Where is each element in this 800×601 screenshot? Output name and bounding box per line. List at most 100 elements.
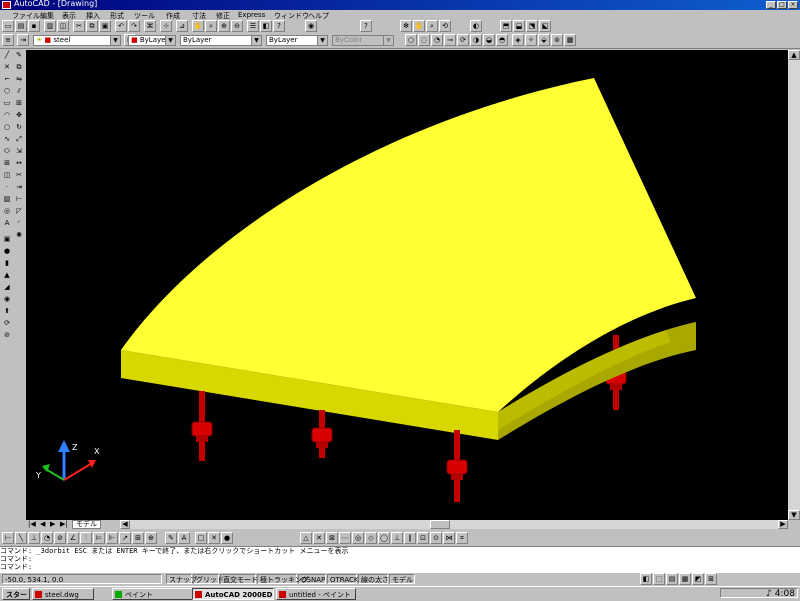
snap-perpendicular-icon[interactable]: ⊥: [391, 532, 403, 544]
task-button[interactable]: steel.dwg: [32, 588, 94, 600]
snap-toggle[interactable]: スナップ: [166, 574, 197, 584]
tab-next-icon[interactable]: ▶: [50, 520, 55, 528]
cone-icon[interactable]: ▲: [1, 270, 13, 280]
preview-icon[interactable]: ◫: [57, 20, 69, 32]
distance-icon[interactable]: ⊸: [444, 34, 456, 46]
print-icon[interactable]: ▥: [44, 20, 56, 32]
copy-icon[interactable]: ⧉: [86, 20, 98, 32]
tray-icon[interactable]: ◧: [640, 573, 652, 585]
rotate-icon[interactable]: ↻: [13, 122, 25, 132]
dim-aligned-icon[interactable]: ╲: [15, 532, 27, 544]
tray-icon[interactable]: ⊠: [705, 573, 717, 585]
shade-icon[interactable]: ◐: [470, 20, 482, 32]
3dcorbit-icon[interactable]: ◔: [431, 34, 443, 46]
tab-first-icon[interactable]: |◀: [28, 520, 36, 528]
adjust-clip-icon[interactable]: ◓: [496, 34, 508, 46]
hyperlink-icon[interactable]: ⌘: [144, 20, 156, 32]
task-button[interactable]: untitled - ペイント: [276, 588, 356, 600]
dim-angular-icon[interactable]: ∠: [67, 532, 79, 544]
scene-icon[interactable]: ⊚: [551, 34, 563, 46]
box-icon[interactable]: ▣: [1, 234, 13, 244]
wedge-icon[interactable]: ◢: [1, 282, 13, 292]
leader-icon[interactable]: ↗: [119, 532, 131, 544]
fillet-icon[interactable]: ◜: [13, 218, 25, 228]
tray-icon[interactable]: ⬚: [653, 573, 665, 585]
circle-icon[interactable]: ○: [1, 122, 13, 132]
lineweight-dropdown[interactable]: ByLayer ▼: [266, 35, 328, 46]
polar-toggle[interactable]: 極トラッキング: [257, 574, 309, 584]
render-icon[interactable]: ◈: [512, 34, 524, 46]
back-clip-icon[interactable]: ◒: [483, 34, 495, 46]
3dview-top-icon[interactable]: ⬒: [500, 20, 512, 32]
color-dropdown[interactable]: ■ ByLayer ▼: [128, 35, 176, 46]
undo-icon[interactable]: ↶: [115, 20, 127, 32]
light-icon[interactable]: ✧: [525, 34, 537, 46]
chevron-down-icon[interactable]: ▼: [317, 36, 327, 45]
dim-edit-icon[interactable]: ✎: [165, 532, 177, 544]
redo-icon[interactable]: ↷: [128, 20, 140, 32]
snap-quadrant-icon[interactable]: ◇: [365, 532, 377, 544]
grid-toggle[interactable]: グリッド: [193, 574, 224, 584]
ortho-toggle[interactable]: 直交モード: [220, 574, 258, 584]
explode-icon[interactable]: ✺: [13, 230, 25, 240]
mirror-icon[interactable]: ⇋: [13, 74, 25, 84]
array-icon[interactable]: ⊞: [13, 98, 25, 108]
snap-extension-icon[interactable]: ⋯: [339, 532, 351, 544]
trim-icon[interactable]: ✂: [13, 170, 25, 180]
pan-icon[interactable]: ✋: [192, 20, 204, 32]
snap-midpoint-icon[interactable]: △: [300, 532, 312, 544]
clip-icon[interactable]: ◌: [418, 34, 430, 46]
mtext-icon[interactable]: A: [1, 218, 13, 228]
snap-apparent-icon[interactable]: ⊠: [326, 532, 338, 544]
osnap-toggle[interactable]: OSNAP: [298, 574, 326, 584]
ellipse-icon[interactable]: ⬭: [1, 146, 13, 156]
volume-icon[interactable]: ♪: [766, 589, 772, 599]
command-window[interactable]: コマンド: _3dorbit ESC または ENTER キーで終了、または右ク…: [0, 546, 800, 573]
zoom-previous-icon[interactable]: ⊖: [231, 20, 243, 32]
scroll-thumb[interactable]: [430, 520, 450, 529]
insert-block-icon[interactable]: ⊞: [1, 158, 13, 168]
start-button[interactable]: スタート: [2, 588, 30, 600]
command-prompt[interactable]: コマンド:: [0, 563, 800, 571]
polygon-icon[interactable]: ⬡: [1, 86, 13, 96]
dim-text-edit-icon[interactable]: A: [178, 532, 190, 544]
autocad-app-icon[interactable]: [2, 1, 11, 9]
front-clip-icon[interactable]: ◑: [470, 34, 482, 46]
zoom-window-icon[interactable]: ⊕: [218, 20, 230, 32]
paste-icon[interactable]: ▣: [99, 20, 111, 32]
qdim-icon[interactable]: ⫶: [80, 532, 92, 544]
otrack-toggle[interactable]: OTRACK: [327, 574, 359, 584]
offset-icon[interactable]: ⫽: [13, 86, 25, 96]
revolve-icon[interactable]: ⟳: [1, 318, 13, 328]
3dview-se-icon[interactable]: ⬕: [539, 20, 551, 32]
arc-icon[interactable]: ◠: [1, 110, 13, 120]
spline-icon[interactable]: ∿: [1, 134, 13, 144]
point-icon[interactable]: ·: [1, 182, 13, 192]
3dview-iso-icon[interactable]: ⬔: [526, 20, 538, 32]
polyline-icon[interactable]: ⌐: [1, 74, 13, 84]
sphere-icon[interactable]: ●: [1, 246, 13, 256]
camera-icon[interactable]: ◉: [305, 20, 317, 32]
scale-icon[interactable]: ⤢: [13, 134, 25, 144]
drawing-viewport[interactable]: Z X Y: [26, 50, 788, 520]
task-button[interactable]: ペイント: [112, 588, 202, 600]
materials-icon[interactable]: ⬙: [538, 34, 550, 46]
copy-object-icon[interactable]: ⧉: [13, 62, 25, 72]
snap-insert-icon[interactable]: ⊡: [417, 532, 429, 544]
torus-icon[interactable]: ◉: [1, 294, 13, 304]
close-button[interactable]: ×: [788, 1, 798, 9]
vertical-scrollbar[interactable]: ▲ ▼: [788, 50, 800, 520]
chevron-down-icon[interactable]: ▼: [110, 36, 120, 45]
scroll-up-icon[interactable]: ▲: [788, 50, 800, 60]
orbit-continuous-icon[interactable]: ○: [405, 34, 417, 46]
help-question-icon[interactable]: ?: [360, 20, 372, 32]
snap-none-icon[interactable]: ●: [221, 532, 233, 544]
ucs-icon[interactable]: ⊿: [176, 20, 188, 32]
dim-linear-icon[interactable]: ⊢: [2, 532, 14, 544]
save-icon[interactable]: ▪: [28, 20, 40, 32]
new-file-icon[interactable]: ▭: [2, 20, 14, 32]
snap-endpoint-icon[interactable]: □: [195, 532, 207, 544]
rectangle-icon[interactable]: ▭: [1, 98, 13, 108]
3dswivel-icon[interactable]: ⟲: [439, 20, 451, 32]
dim-continue-icon[interactable]: ⊩: [106, 532, 118, 544]
